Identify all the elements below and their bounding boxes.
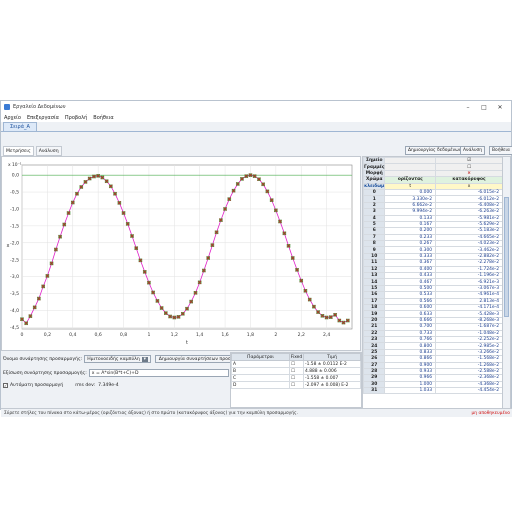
- param-name: C: [231, 374, 290, 382]
- table-row[interactable]: B ☐ 4.888 ± 0.006: [231, 367, 361, 375]
- fixed-checkbox[interactable]: ☐: [289, 374, 304, 382]
- dataset-tabs: Σειρά_A: [1, 122, 511, 132]
- menu-help[interactable]: Βοήθεια: [93, 115, 113, 121]
- status-unsaved: μη αποθηκευμένο: [471, 410, 510, 416]
- parameters-table: Παράμετροι Fixed Τιμή A ☐ -1.58 ± 0.0112…: [230, 352, 362, 408]
- param-value[interactable]: 4.888 ± 0.006: [303, 367, 361, 375]
- param-name: D: [231, 381, 290, 389]
- menu-bar: Αρχείο Επεξεργασία Προβολή Βοήθεια: [1, 113, 511, 122]
- tab-measurements[interactable]: Μετρήσεις: [3, 146, 34, 156]
- x-tick-label: 0,4: [69, 332, 76, 338]
- fit-panel: Όνομα συνάρτησης προσαρμογής: Ημιτονοειδ…: [1, 352, 260, 408]
- x-tick-label: 0,2: [44, 332, 51, 338]
- rms-value: 7.349e-4: [98, 383, 119, 388]
- x-tick-label: 0: [21, 332, 24, 338]
- header-lines: Γραμμές: [363, 163, 386, 171]
- header-point: Σημείο: [363, 157, 386, 165]
- autofit-label: Αυτόματη προσαρμογή: [10, 383, 64, 388]
- fixed-checkbox[interactable]: ☐: [289, 367, 304, 375]
- table-scrollbar[interactable]: [502, 157, 510, 408]
- y-tick-label: 0,0: [12, 173, 19, 179]
- param-header-fixed: Fixed: [289, 353, 304, 361]
- chevron-down-icon: ▾: [141, 356, 148, 362]
- create-dataset-button[interactable]: Δημιουργίας δεδομένων...: [405, 146, 469, 155]
- plot-panel: 0,0 -0,5 -1,0 -1,5 -2,0 -2,5 -3,0 -3,5 -4,0 -4,5 0…: [1, 156, 361, 351]
- app-icon: [4, 104, 10, 110]
- x-tick-label: 2: [274, 332, 277, 338]
- view-tabs: Μετρήσεις Ανάλυση: [1, 146, 62, 156]
- y-tick-label: -4,5: [10, 325, 19, 331]
- param-value[interactable]: -2.097 ± 0.008) E-2: [303, 381, 361, 389]
- title-bar: Εργαλείο Δεδομένων – □ ✕: [1, 101, 511, 113]
- y-tick-label: -4,0: [10, 308, 19, 314]
- chart[interactable]: 0,0-0,5-1,0-1,5-2,0-2,5-3,0-3,5-4,0-4,50…: [2, 157, 360, 350]
- y-multiplier-label: x 10⁻¹: [8, 162, 22, 168]
- param-header-value: Τιμή: [303, 353, 361, 361]
- param-header-name: Παράμετροι: [231, 353, 290, 361]
- app-window: Εργαλείο Δεδομένων – □ ✕ Αρχείο Επεξεργα…: [0, 100, 512, 417]
- rms-label: rms dev:: [75, 383, 96, 388]
- fixed-checkbox[interactable]: ☐: [289, 360, 304, 368]
- x-tick-label: 2,4: [323, 332, 330, 338]
- cell-x[interactable]: -4.454e-2: [435, 387, 503, 395]
- param-value[interactable]: -1.558 ± 0.007: [303, 374, 361, 382]
- close-icon[interactable]: ✕: [492, 104, 508, 111]
- row-lock-label: κλειδωμ: [363, 182, 386, 190]
- tab-analysis[interactable]: Ανάλυση: [35, 146, 62, 156]
- table-row[interactable]: 31 1.033 -4.454e-2: [363, 387, 503, 395]
- data-table: Σημείο ☑ Γραμμές ☐ Μορφή × Χρώμα ορίζοντ…: [363, 157, 503, 395]
- x-axis-label: t: [186, 340, 188, 346]
- param-value[interactable]: -1.58 ± 0.0112 E-2: [303, 360, 361, 368]
- analysis-button[interactable]: Ανάλυση: [460, 146, 486, 155]
- table-row[interactable]: A ☐ -1.58 ± 0.0112 E-2: [231, 360, 361, 368]
- x-tick-label: 0,8: [120, 332, 127, 338]
- menu-file[interactable]: Αρχείο: [4, 115, 21, 121]
- x-tick-label: 0,6: [94, 332, 101, 338]
- x-tick-label: 2,2: [298, 332, 305, 338]
- scrollbar-thumb[interactable]: [504, 197, 509, 317]
- autofit-checkbox[interactable]: ✓: [3, 383, 8, 388]
- y-tick-label: -2,5: [10, 257, 19, 263]
- header-shape: Μορφή: [363, 169, 386, 178]
- status-hint: Σύρετε στήλες του πίνακα στο κάτω-μέρος …: [4, 410, 298, 416]
- minimize-icon[interactable]: –: [460, 104, 476, 111]
- table-row[interactable]: D ☐ -2.097 ± 0.008) E-2: [231, 381, 361, 389]
- window-title: Εργαλείο Δεδομένων: [13, 104, 66, 110]
- window-controls: – □ ✕: [460, 104, 508, 111]
- menu-view[interactable]: Προβολή: [65, 115, 87, 121]
- table-row[interactable]: C ☐ -1.558 ± 0.007: [231, 374, 361, 382]
- x-tick-label: 1,8: [247, 332, 254, 338]
- y-tick-label: -1,5: [10, 223, 19, 229]
- maximize-icon[interactable]: □: [476, 104, 492, 111]
- y-tick-label: -0,5: [10, 190, 19, 196]
- cell-t[interactable]: 1.033: [384, 387, 437, 395]
- param-name: A: [231, 360, 290, 368]
- x-tick-label: 1,6: [221, 332, 228, 338]
- fixed-checkbox[interactable]: ☐: [289, 381, 304, 389]
- fit-function-select[interactable]: Ημιτονοειδής καμπύλη ▾: [84, 355, 151, 363]
- tab-dataset-a[interactable]: Σειρά_A: [3, 122, 37, 131]
- y-tick-label: -3,0: [10, 274, 19, 280]
- y-axis-label: x: [7, 243, 10, 249]
- help-button[interactable]: Βοήθεια: [489, 146, 512, 155]
- y-tick-label: -1,0: [10, 207, 19, 213]
- status-bar: Σύρετε στήλες του πίνακα στο κάτω-μέρος …: [1, 408, 512, 417]
- equation-field[interactable]: x = A*sin(B*t+C)+D: [88, 369, 229, 377]
- equation-label: Εξίσωση συνάρτησης προσαρμογής:: [3, 370, 87, 376]
- x-tick-label: 1,4: [196, 332, 203, 338]
- data-table-panel: Σημείο ☑ Γραμμές ☐ Μορφή × Χρώμα ορίζοντ…: [362, 156, 511, 409]
- plot-area[interactable]: [21, 164, 353, 330]
- header-color: Χρώμα: [363, 176, 386, 184]
- fit-function-value: Ημιτονοειδής καμπύλη: [87, 356, 140, 362]
- param-name: B: [231, 367, 290, 375]
- menu-edit[interactable]: Επεξεργασία: [27, 115, 59, 121]
- x-tick-label: 1,2: [171, 332, 178, 338]
- y-tick-label: -2,0: [10, 240, 19, 246]
- x-tick-label: 1: [147, 332, 150, 338]
- fit-function-label: Όνομα συνάρτησης προσαρμογής:: [3, 356, 83, 362]
- row-index: 31: [363, 387, 386, 395]
- y-tick-label: -3,5: [10, 291, 19, 297]
